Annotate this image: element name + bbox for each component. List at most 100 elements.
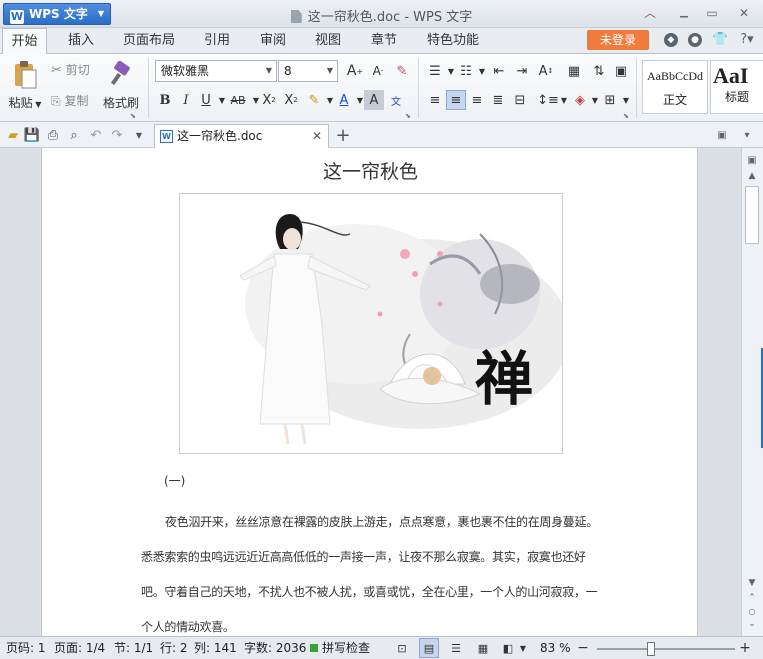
document-icon (290, 10, 302, 23)
increase-indent-icon[interactable]: ⇥ (512, 61, 532, 81)
vertical-scrollbar[interactable]: ▣ ▲ ▼ ⌃ ○ ⌄ (741, 148, 763, 636)
next-page-icon[interactable]: ⌄ (743, 617, 761, 631)
open-folder-icon[interactable]: ▰ (3, 125, 23, 145)
title-bar: W WPS 文字 ▼ 这一帘秋色.doc - WPS 文字 ︿ ▁ ▭ ✕ (0, 0, 763, 28)
style-normal[interactable]: AaBbCcDd 正文 (642, 60, 708, 114)
tab-references[interactable]: 引用 (196, 28, 238, 54)
feedback-icon[interactable]: ● (688, 33, 702, 47)
previous-page-icon[interactable]: ⌃ (743, 591, 761, 605)
scrollbar-thumb[interactable] (745, 186, 759, 244)
new-tab-icon[interactable]: + (333, 125, 353, 146)
window-list-icon[interactable]: ▣ (712, 125, 732, 145)
sort-icon[interactable]: ⇅ (589, 61, 609, 81)
italic-icon[interactable]: I (176, 90, 196, 110)
chevron-down-icon: ▼ (326, 66, 334, 75)
chevron-down-icon[interactable]: ▼ (616, 90, 636, 110)
undo-icon[interactable]: ↶ (86, 125, 106, 145)
font-size-select[interactable]: 8 ▼ (278, 60, 338, 82)
maximize-button[interactable]: ▭ (700, 4, 724, 22)
print-preview-icon[interactable]: ⌕ (64, 125, 84, 145)
outline-view-icon[interactable]: ☰ (446, 638, 466, 658)
tab-home[interactable]: 开始 (2, 28, 47, 55)
zoom-in-icon[interactable]: + (735, 638, 755, 658)
subscript-icon[interactable]: X2 (281, 90, 301, 110)
tab-review[interactable]: 审阅 (252, 28, 294, 54)
paste-icon (15, 61, 37, 89)
align-left-icon[interactable]: ≡ (425, 90, 445, 110)
bold-icon[interactable]: B (155, 90, 175, 110)
paste-button[interactable]: 粘贴 ▼ (6, 58, 44, 118)
quick-access-toolbar: ▰ 💾 ⎙ ⌕ ↶ ↷ ▼ W 这一帘秋色.doc ✕ + ▣ ▾ (0, 122, 763, 149)
align-right-icon[interactable]: ≡ (467, 90, 487, 110)
document-canvas[interactable]: 这一帘秋色 禅 (一) 夜色泅开来，丝丝凉意在裸露的皮肤上游走，点点寒意，裹也裹… (0, 148, 741, 636)
zen-calligraphy-text: 禅 (475, 345, 533, 413)
zoom-slider-track[interactable] (597, 648, 735, 650)
login-button[interactable]: 未登录 (587, 30, 649, 50)
close-tab-icon[interactable]: ✕ (312, 125, 322, 147)
status-column: 列: 141 (194, 641, 237, 655)
tab-special-features[interactable]: 特色功能 (420, 28, 486, 54)
table-icon[interactable]: ▦ (564, 61, 584, 81)
document-page[interactable]: 这一帘秋色 禅 (一) 夜色泅开来，丝丝凉意在裸露的皮肤上游走，点点寒意，裹也裹… (41, 148, 698, 636)
format-painter-label: 格式刷 (102, 96, 139, 110)
skin-icon[interactable]: ◆ (664, 33, 678, 47)
section-heading: (一) (164, 474, 186, 488)
character-shading-icon[interactable]: A (364, 90, 384, 110)
font-name-select[interactable]: 微软雅黑 ▼ (155, 60, 277, 82)
status-word-count[interactable]: 字数: 2036 (244, 637, 306, 659)
phonetic-guide-icon[interactable]: 文 (386, 90, 406, 110)
format-painter-icon (110, 61, 130, 86)
tab-page-layout[interactable]: 页面布局 (117, 28, 181, 54)
superscript-icon[interactable]: X2 (259, 90, 279, 110)
justify-icon[interactable]: ≣ (488, 90, 508, 110)
tab-menu-icon[interactable]: ▾ (737, 125, 757, 145)
dialog-launcher-icon[interactable]: ⬊ (623, 112, 629, 120)
align-center-icon[interactable]: ≡ (446, 90, 466, 110)
document-tab[interactable]: W 这一帘秋色.doc ✕ (154, 124, 329, 149)
help-icon[interactable]: ?▾ (737, 33, 757, 47)
divider (418, 58, 419, 118)
dialog-launcher-icon[interactable]: ⬊ (130, 112, 136, 120)
style-heading[interactable]: AaI 标题 (710, 60, 763, 114)
distributed-icon[interactable]: ⊟ (510, 90, 530, 110)
scroll-down-icon[interactable]: ▼ (743, 575, 761, 591)
cut-button[interactable]: ✂ 剪切 (51, 61, 90, 78)
copy-button[interactable]: ⎘ 复制 (51, 92, 88, 109)
status-section: 节: 1/1 (114, 641, 154, 655)
close-button[interactable]: ✕ (732, 4, 756, 22)
show-marks-icon[interactable]: ▣ (611, 61, 631, 81)
text-direction-icon[interactable]: A ↕ (536, 61, 556, 81)
web-view-icon[interactable]: ▦ (473, 638, 493, 658)
document-title: 这一帘秋色 (322, 161, 418, 183)
document-image[interactable]: 禅 (179, 193, 563, 454)
decrease-indent-icon[interactable]: ⇤ (489, 61, 509, 81)
tab-view[interactable]: 视图 (307, 28, 349, 54)
status-row: 行: 2 (160, 641, 188, 655)
scroll-up-icon[interactable]: ▲ (743, 168, 761, 184)
collapse-ribbon-button[interactable]: ︿ (638, 4, 662, 22)
zoom-slider-thumb[interactable] (647, 642, 655, 656)
page-map-icon[interactable]: ▣ (743, 152, 761, 168)
shirt-icon[interactable]: 👕 (712, 33, 728, 47)
grow-font-icon[interactable]: A + (345, 61, 365, 81)
print-icon[interactable]: ⎙ (43, 125, 63, 145)
redo-icon[interactable]: ↷ (107, 125, 127, 145)
save-icon[interactable]: 💾 (22, 125, 42, 145)
status-pages[interactable]: 页面: 1/4 (54, 637, 105, 659)
tab-chapter[interactable]: 章节 (363, 28, 405, 54)
full-screen-icon[interactable]: ⊡ (392, 638, 412, 658)
browse-object-icon[interactable]: ○ (743, 604, 761, 618)
customize-toolbar-icon[interactable]: ▼ (129, 125, 149, 145)
minimize-button[interactable]: ▁ (672, 4, 696, 22)
dialog-launcher-icon[interactable]: ⬊ (405, 112, 411, 120)
spell-check-toggle[interactable]: 拼写检查 (310, 637, 370, 659)
clear-format-icon[interactable]: ✎ (392, 61, 412, 81)
chevron-down-icon[interactable]: ▼ (513, 638, 533, 658)
tab-insert[interactable]: 插入 (58, 28, 104, 54)
paste-label: 粘贴 (8, 96, 33, 110)
page-view-icon[interactable]: ▤ (419, 638, 439, 658)
shrink-font-icon[interactable]: A- (368, 61, 388, 81)
format-painter-button[interactable]: 格式刷 (102, 58, 140, 118)
zoom-out-icon[interactable]: − (573, 638, 593, 658)
zoom-level[interactable]: 83 % (540, 637, 571, 659)
